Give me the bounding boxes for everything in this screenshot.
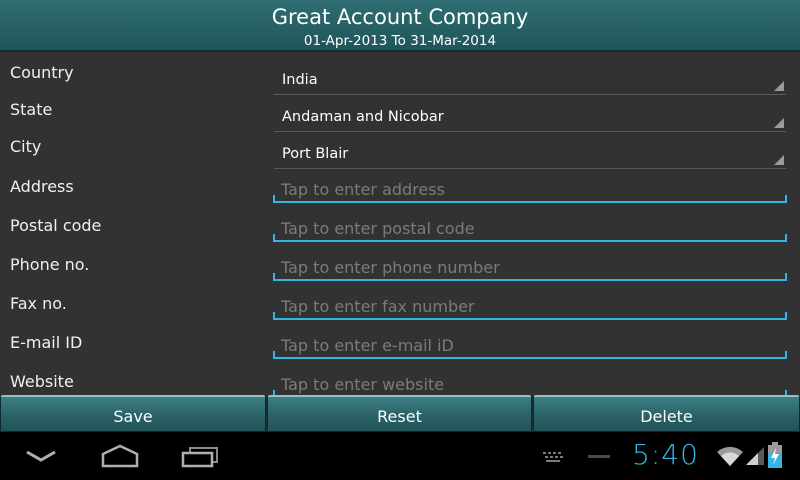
wifi-icon: [717, 446, 743, 466]
fax-label: Fax no.: [10, 294, 67, 313]
state-value: Andaman and Nicobar: [282, 109, 444, 125]
city-select[interactable]: Port Blair: [274, 135, 786, 169]
phone-field: [273, 255, 787, 281]
status-clock: 5:40: [632, 438, 699, 471]
postal-code-label: Postal code: [10, 216, 102, 235]
dropdown-corner-icon: [774, 118, 784, 128]
email-input[interactable]: [281, 335, 776, 355]
country-select[interactable]: India: [274, 61, 786, 95]
keyboard-icon[interactable]: [542, 451, 564, 463]
delete-button[interactable]: Delete: [533, 395, 800, 432]
phone-label: Phone no.: [10, 255, 90, 274]
website-input[interactable]: [281, 374, 776, 394]
phone-input[interactable]: [281, 257, 776, 277]
country-value: India: [282, 72, 318, 88]
state-label: State: [10, 100, 53, 119]
email-field: [273, 333, 787, 359]
app-header: Great Account Company 01-Apr-2013 To 31-…: [0, 0, 800, 52]
website-label: Website: [10, 372, 74, 391]
fax-input[interactable]: [281, 296, 776, 316]
recent-apps-icon[interactable]: [180, 446, 220, 468]
postal-code-field: [273, 216, 787, 242]
save-button[interactable]: Save: [0, 395, 266, 432]
state-select[interactable]: Andaman and Nicobar: [274, 98, 786, 132]
company-title: Great Account Company: [271, 5, 529, 29]
city-label: City: [10, 137, 42, 156]
country-label: Country: [10, 63, 74, 82]
address-field: [273, 177, 787, 203]
financial-year-range: 01-Apr-2013 To 31-Mar-2014: [303, 33, 497, 49]
battery-charging-icon: [768, 442, 782, 468]
back-icon[interactable]: [24, 448, 58, 464]
dropdown-corner-icon: [774, 81, 784, 91]
dropdown-corner-icon: [774, 155, 784, 165]
city-value: Port Blair: [282, 146, 349, 162]
postal-code-input[interactable]: [281, 218, 776, 238]
reset-button[interactable]: Reset: [267, 395, 532, 432]
app-screen: Great Account Company 01-Apr-2013 To 31-…: [0, 0, 800, 480]
address-form: Country India State Andaman and Nicobar …: [0, 54, 800, 398]
email-label: E-mail ID: [10, 333, 83, 352]
address-input[interactable]: [281, 179, 776, 199]
address-label: Address: [10, 177, 74, 196]
fax-field: [273, 294, 787, 320]
action-button-bar: Save Reset Delete: [0, 395, 800, 432]
minus-icon: [588, 455, 610, 458]
signal-icon: [746, 447, 764, 465]
home-icon[interactable]: [100, 444, 140, 468]
